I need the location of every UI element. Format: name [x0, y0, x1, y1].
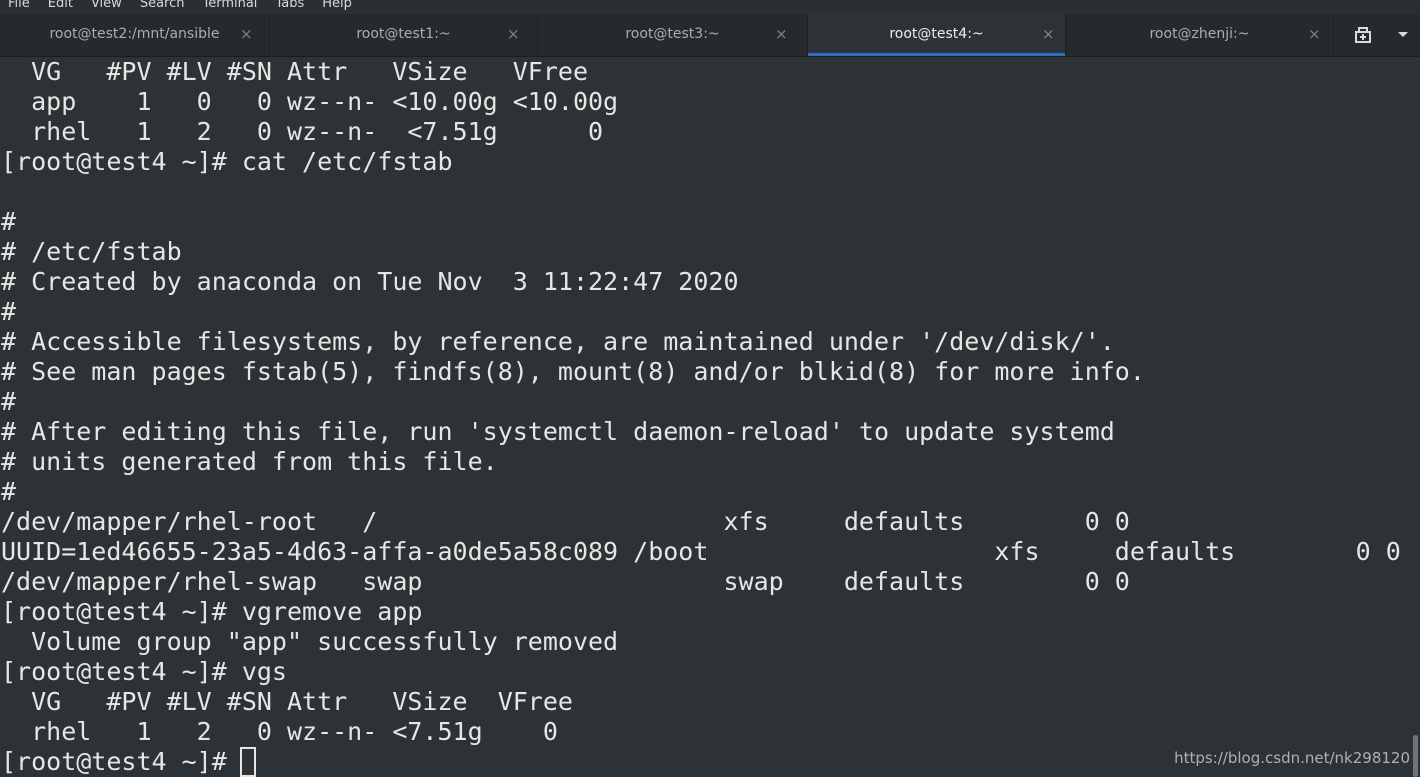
terminal-line: /dev/mapper/rhel-root / xfs defaults 0 0: [1, 507, 1130, 536]
close-icon[interactable]: ×: [240, 25, 253, 43]
terminal-line: #: [1, 207, 17, 236]
watermark-url: https://blog.csdn.net/nk298120: [1174, 749, 1410, 767]
terminal-line: app 1 0 0 wz--n- <10.00g <10.00g: [1, 87, 619, 116]
tab-title: root@test1:~: [356, 26, 451, 42]
terminal-line: UUID=1ed46655-23a5-4d63-affa-a0de5a58c08…: [1, 537, 1401, 566]
scrollbar-thumb[interactable]: [1413, 735, 1418, 777]
terminal-line: # After editing this file, run 'systemct…: [1, 417, 1115, 446]
tab-title: root@test4:~: [889, 26, 984, 42]
menu-help[interactable]: Help: [313, 0, 361, 14]
menu-bar: File Edit View Search Terminal Tabs Help: [0, 0, 1420, 14]
tab-zhenji[interactable]: root@zhenji:~ ×: [1066, 14, 1334, 56]
tab-test1[interactable]: root@test1:~ ×: [270, 14, 538, 56]
terminal-line: Volume group "app" successfully removed: [1, 627, 619, 656]
chevron-down-icon[interactable]: [1385, 14, 1420, 56]
terminal-line: #: [1, 387, 17, 416]
menu-search[interactable]: Search: [131, 0, 194, 14]
close-icon[interactable]: ×: [1042, 25, 1055, 43]
terminal-line: # units generated from this file.: [1, 447, 498, 476]
tab-title: root@test2:/mnt/ansible: [49, 26, 220, 42]
terminal-line: rhel 1 2 0 wz--n- <7.51g 0: [1, 717, 573, 746]
terminal-line: [root@test4 ~]# vgremove app: [1, 597, 423, 626]
menu-terminal[interactable]: Terminal: [193, 0, 266, 14]
tab-test4[interactable]: root@test4:~ ×: [808, 14, 1066, 56]
terminal-line: # Accessible filesystems, by reference, …: [1, 327, 1115, 356]
terminal-line: [root@test4 ~]# cat /etc/fstab: [1, 147, 453, 176]
tab-test2[interactable]: root@test2:/mnt/ansible ×: [0, 14, 270, 56]
terminal-line: [root@test4 ~]# vgs: [1, 657, 287, 686]
terminal-line: # /etc/fstab: [1, 237, 182, 266]
tab-title: root@test3:~: [625, 26, 720, 42]
menu-view[interactable]: View: [82, 0, 131, 14]
terminal-line: /dev/mapper/rhel-swap swap swap defaults…: [1, 567, 1130, 596]
terminal-line: VG #PV #LV #SN Attr VSize VFree: [1, 687, 573, 716]
terminal-output[interactable]: VG #PV #LV #SN Attr VSize VFree app 1 0 …: [0, 57, 1412, 777]
terminal-line: #: [1, 477, 17, 506]
new-tab-icon[interactable]: [1345, 14, 1381, 56]
menu-tabs[interactable]: Tabs: [266, 0, 313, 14]
scrollbar[interactable]: [1412, 57, 1420, 777]
menu-file[interactable]: File: [0, 0, 39, 14]
close-icon[interactable]: ×: [507, 25, 520, 43]
tab-title: root@zhenji:~: [1149, 26, 1250, 42]
close-icon[interactable]: ×: [775, 25, 788, 43]
terminal-line: # Created by anaconda on Tue Nov 3 11:22…: [1, 267, 739, 296]
terminal-line: #: [1, 297, 17, 326]
tab-bar: root@test2:/mnt/ansible × root@test1:~ ×…: [0, 14, 1420, 57]
menu-edit[interactable]: Edit: [39, 0, 82, 14]
tab-test3[interactable]: root@test3:~ ×: [538, 14, 808, 56]
terminal-line: VG #PV #LV #SN Attr VSize VFree: [1, 57, 619, 86]
terminal-cursor: [240, 747, 256, 777]
terminal-window: File Edit View Search Terminal Tabs Help…: [0, 0, 1420, 777]
terminal-line: rhel 1 2 0 wz--n- <7.51g 0: [1, 117, 619, 146]
close-icon[interactable]: ×: [1308, 25, 1321, 43]
terminal-prompt-line: [root@test4 ~]#: [1, 747, 242, 776]
terminal-line: # See man pages fstab(5), findfs(8), mou…: [1, 357, 1145, 386]
